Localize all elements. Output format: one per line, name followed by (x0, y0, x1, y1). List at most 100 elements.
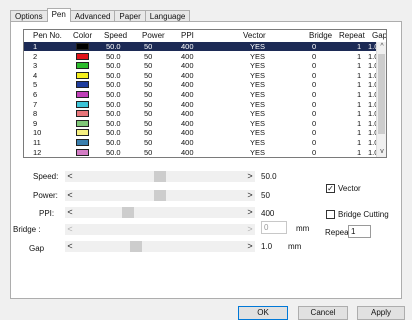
pen-number: 7 (33, 99, 38, 109)
pen-color-swatch[interactable] (76, 71, 89, 79)
gap-slider-thumb[interactable] (130, 241, 143, 252)
pen-repeat: 1 (357, 138, 362, 147)
pen-repeat: 1 (357, 90, 362, 99)
pen-repeat: 1 (357, 99, 362, 109)
pen-power: 50 (144, 61, 153, 71)
pen-color-swatch[interactable] (76, 100, 89, 108)
pen-vector: YES (250, 61, 266, 71)
tab-pen[interactable]: Pen (46, 8, 71, 22)
table-row[interactable]: 5 50.0 50 400 YES 0 1 1.0 (24, 80, 378, 89)
pen-ppi: 400 (181, 70, 194, 80)
vector-checkbox[interactable]: ✓ (326, 184, 335, 193)
table-row[interactable]: 2 50.0 50 400 YES 0 1 1.0 (24, 52, 378, 61)
gap-increase-icon[interactable]: > (245, 241, 255, 252)
col-header-gap[interactable]: Gap (372, 30, 386, 42)
bridge-cutting-label: Bridge Cutting (338, 210, 389, 219)
power-decrease-icon[interactable]: < (65, 190, 75, 201)
pen-bridge: 0 (312, 42, 317, 51)
speed-slider[interactable]: < > (65, 171, 255, 182)
pen-repeat: 1 (357, 42, 362, 51)
apply-button[interactable]: Apply (357, 306, 405, 320)
ppi-decrease-icon[interactable]: < (65, 207, 75, 218)
table-row[interactable]: 3 50.0 50 400 YES 0 1 1.0 (24, 61, 378, 70)
pen-color-swatch[interactable] (76, 81, 89, 89)
col-header-ppi[interactable]: PPI (181, 30, 194, 42)
scroll-thumb[interactable] (378, 54, 385, 134)
pen-speed: 50.0 (106, 128, 121, 138)
list-scrollbar[interactable]: ^ v (376, 42, 386, 157)
ok-button[interactable]: OK (238, 306, 288, 320)
speed-increase-icon[interactable]: > (245, 171, 255, 182)
pen-speed: 50.0 (106, 70, 121, 80)
pen-color-swatch[interactable] (76, 91, 89, 98)
table-row[interactable]: 6 50.0 50 400 YES 0 1 1.0 (24, 90, 378, 99)
ppi-slider[interactable]: < > (65, 207, 255, 218)
pen-bridge: 0 (312, 70, 317, 80)
bridge-label: Bridge : (13, 225, 41, 234)
pen-color-swatch[interactable] (76, 139, 89, 146)
bridge-decrease-icon[interactable]: < (65, 224, 75, 235)
ppi-slider-thumb[interactable] (122, 207, 135, 218)
cancel-button[interactable]: Cancel (298, 306, 348, 320)
table-row[interactable]: 7 50.0 50 400 YES 0 1 1.0 (24, 100, 378, 109)
bridge-increase-icon[interactable]: > (245, 224, 255, 235)
bridge-slider[interactable]: < > (65, 224, 255, 235)
pen-color-swatch[interactable] (76, 62, 89, 70)
table-row[interactable]: 12 50.0 50 400 YES 0 1 1.0 (24, 148, 378, 157)
pen-bridge: 0 (312, 90, 317, 99)
pen-power: 50 (144, 138, 153, 147)
table-row[interactable]: 1 50.0 50 400 YES 0 1 1.0 (24, 42, 378, 51)
table-row[interactable]: 11 50.0 50 400 YES 0 1 1.0 (24, 138, 378, 147)
power-slider-thumb[interactable] (154, 190, 166, 201)
table-row[interactable]: 4 50.0 50 400 YES 0 1 1.0 (24, 71, 378, 80)
col-header-power[interactable]: Power (142, 30, 165, 42)
pen-color-swatch[interactable] (76, 43, 89, 50)
pen-list[interactable]: Pen No. Color Speed Power PPI Vector Bri… (23, 29, 387, 158)
gap-slider[interactable]: < > (65, 241, 255, 252)
pen-repeat: 1 (357, 51, 362, 61)
repeat-input[interactable]: 1 (348, 225, 371, 238)
pen-settings-panel: Pen No. Color Speed Power PPI Vector Bri… (10, 21, 402, 299)
ppi-label: PPI: (39, 209, 55, 218)
pen-color-swatch[interactable] (76, 129, 89, 137)
table-row[interactable]: 10 50.0 50 400 YES 0 1 1.0 (24, 128, 378, 137)
pen-color-swatch[interactable] (76, 148, 89, 156)
col-header-pen-no[interactable]: Pen No. (33, 30, 62, 42)
pen-color-swatch[interactable] (76, 110, 89, 118)
col-header-vector[interactable]: Vector (243, 30, 266, 42)
pen-bridge: 0 (312, 99, 317, 109)
speed-slider-thumb[interactable] (154, 171, 166, 182)
pen-power: 50 (144, 80, 153, 90)
bridge-unit: mm (296, 224, 310, 233)
power-increase-icon[interactable]: > (245, 190, 255, 201)
table-row[interactable]: 8 50.0 50 400 YES 0 1 1.0 (24, 109, 378, 118)
col-header-repeat[interactable]: Repeat (339, 30, 365, 42)
pen-color-swatch[interactable] (76, 52, 89, 60)
pen-speed: 50.0 (106, 147, 121, 157)
pen-color-swatch[interactable] (76, 119, 89, 127)
pen-number: 2 (33, 51, 38, 61)
pen-ppi: 400 (181, 109, 194, 119)
vector-label: Vector (338, 184, 361, 193)
ppi-increase-icon[interactable]: > (245, 207, 255, 218)
table-row[interactable]: 9 50.0 50 400 YES 0 1 1.0 (24, 119, 378, 128)
pen-number: 5 (33, 80, 38, 90)
speed-decrease-icon[interactable]: < (65, 171, 75, 182)
pen-power: 50 (144, 70, 153, 80)
pen-number: 10 (33, 128, 42, 138)
power-slider[interactable]: < > (65, 190, 255, 201)
col-header-speed[interactable]: Speed (104, 30, 127, 42)
pen-number: 1 (33, 42, 38, 51)
pen-number: 9 (33, 118, 38, 128)
gap-decrease-icon[interactable]: < (65, 241, 75, 252)
col-header-bridge[interactable]: Bridge (309, 30, 332, 42)
col-header-color[interactable]: Color (73, 30, 92, 42)
pen-bridge: 0 (312, 118, 317, 128)
bridge-cutting-checkbox[interactable]: ✓ (326, 210, 335, 219)
bridge-input[interactable]: 0 (261, 221, 287, 234)
power-label: Power: (33, 191, 58, 200)
pen-ppi: 400 (181, 51, 194, 61)
pen-speed: 50.0 (106, 90, 121, 99)
scroll-down-icon[interactable]: v (377, 147, 386, 157)
scroll-up-icon[interactable]: ^ (377, 42, 386, 52)
